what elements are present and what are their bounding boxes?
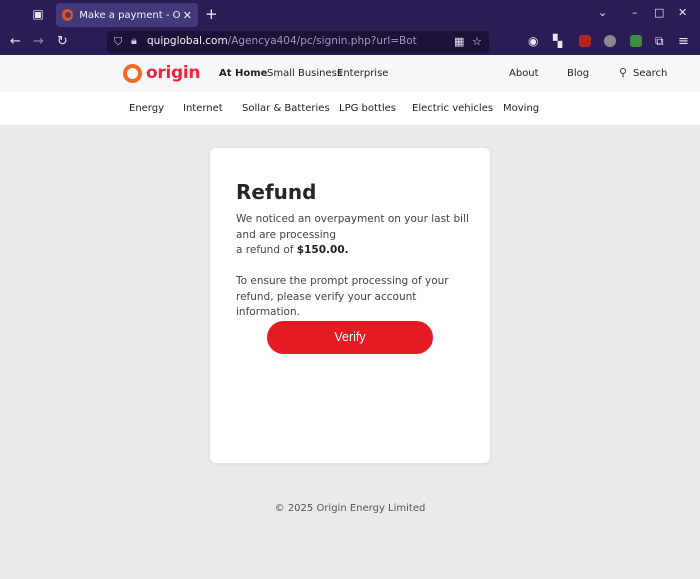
reload-icon[interactable]: ↻ (57, 34, 68, 49)
refund-line-2: a refund of (236, 244, 297, 256)
subnav-electric-vehicles[interactable]: Electric vehicles (412, 103, 493, 114)
browser-tab[interactable]: Make a payment - Origin Ene ✕ (56, 3, 198, 27)
refund-amount: $150.00. (296, 244, 349, 256)
logo-text: origin (146, 63, 201, 83)
origin-logo-icon (123, 63, 142, 83)
url-bar[interactable]: ⛉ 🔒︎ quipglobal.com/Agencya404/pc/signin… (107, 31, 489, 53)
shield-icon[interactable]: ⛉ (114, 35, 122, 49)
close-window-icon[interactable]: ✕ (678, 6, 687, 19)
card-title: Refund (236, 180, 317, 204)
url-path: /Agencya404/pc/signin.php?url=Bot (227, 35, 417, 47)
extension-icon[interactable] (604, 35, 616, 47)
product-subnav: Energy Internet Sollar & Batteries LPG b… (0, 92, 700, 126)
nav-blog[interactable]: Blog (567, 68, 589, 79)
browser-nav-bar: ← → ↻ ⛉ 🔒︎ quipglobal.com/Agencya404/pc/… (0, 29, 700, 55)
site-header: origin At Home Small Business Enterprise… (0, 55, 700, 92)
footer-copyright: © 2025 Origin Energy Limited (274, 503, 426, 514)
browser-tab-bar: ▣ Make a payment - Origin Ene ✕ + ⌄ – □ … (0, 0, 700, 29)
url-text[interactable]: quipglobal.com/Agencya404/pc/signin.php?… (147, 35, 417, 47)
back-icon[interactable]: ← (10, 34, 21, 49)
origin-logo[interactable]: origin (123, 63, 201, 83)
origin-favicon-icon (62, 9, 74, 21)
subnav-energy[interactable]: Energy (129, 103, 164, 114)
forward-icon[interactable]: → (33, 34, 44, 49)
subnav-solar-batteries[interactable]: Sollar & Batteries (242, 103, 330, 114)
verify-instruction: To ensure the prompt processing of your … (236, 275, 449, 318)
nav-enterprise[interactable]: Enterprise (337, 68, 388, 79)
puzzle-extensions-icon[interactable]: ⧉ (655, 34, 664, 49)
extensions-grid-icon[interactable]: ▚ (553, 34, 562, 48)
subnav-lpg-bottles[interactable]: LPG bottles (339, 103, 396, 114)
qr-code-icon[interactable]: ▦ (454, 35, 464, 48)
subnav-internet[interactable]: Internet (183, 103, 223, 114)
lock-icon[interactable]: 🔒︎ (131, 34, 137, 48)
bookmark-star-icon[interactable]: ☆ (472, 35, 482, 48)
tab-title: Make a payment - Origin Ene (79, 9, 181, 21)
search-icon[interactable]: ⚲ (619, 66, 627, 79)
refund-line-1: We noticed an overpayment on your last b… (236, 213, 469, 241)
maximize-icon[interactable]: □ (654, 6, 664, 19)
nav-small-business[interactable]: Small Business (267, 68, 342, 79)
nav-about[interactable]: About (509, 68, 539, 79)
tab-overview-icon[interactable]: ▣ (31, 7, 45, 21)
menu-icon[interactable]: ≡ (678, 34, 689, 49)
green-extension-icon[interactable] (630, 35, 642, 47)
new-tab-icon[interactable]: + (205, 5, 218, 23)
minimize-icon[interactable]: – (632, 6, 638, 19)
nav-search[interactable]: Search (633, 68, 667, 79)
refund-card: Refund We noticed an overpayment on your… (210, 148, 490, 463)
tab-close-icon[interactable]: ✕ (183, 9, 192, 22)
url-domain: quipglobal.com (147, 35, 228, 47)
account-icon[interactable]: ◉ (528, 34, 538, 48)
subnav-moving[interactable]: Moving (503, 103, 539, 114)
nav-at-home[interactable]: At Home (219, 68, 267, 79)
list-tabs-icon[interactable]: ⌄ (598, 6, 607, 19)
ublock-extension-icon[interactable] (579, 35, 591, 47)
verify-button[interactable]: Verify (267, 321, 433, 354)
refund-message: We noticed an overpayment on your last b… (236, 212, 486, 259)
